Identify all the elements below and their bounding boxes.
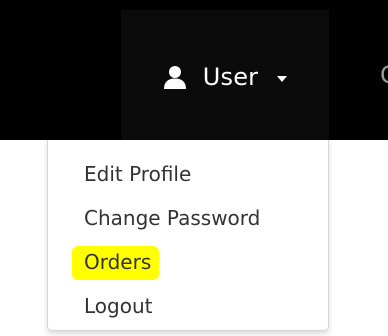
menu-item-change-password[interactable]: Change Password xyxy=(48,196,328,240)
user-menu-label: User xyxy=(202,63,259,91)
dropdown-list: Edit Profile Change Password Orders Logo… xyxy=(48,140,328,328)
user-menu-toggle[interactable]: User xyxy=(121,10,329,140)
next-nav-item-fragment[interactable]: C xyxy=(380,62,388,88)
menu-item-edit-profile[interactable]: Edit Profile xyxy=(48,152,328,196)
menu-item-logout[interactable]: Logout xyxy=(48,284,328,328)
menu-item-label: Orders xyxy=(84,250,152,274)
user-menu-toggle-content: User xyxy=(163,63,288,91)
top-navbar: User C xyxy=(0,0,388,140)
user-icon xyxy=(163,65,187,89)
caret-down-icon xyxy=(277,75,288,82)
menu-item-label: Change Password xyxy=(84,206,261,230)
highlight-mark: Orders xyxy=(71,240,160,284)
user-dropdown-menu: Edit Profile Change Password Orders Logo… xyxy=(47,140,329,331)
menu-item-label: Logout xyxy=(84,294,153,318)
menu-item-label: Edit Profile xyxy=(84,162,192,186)
menu-item-orders[interactable]: Orders xyxy=(48,240,328,284)
